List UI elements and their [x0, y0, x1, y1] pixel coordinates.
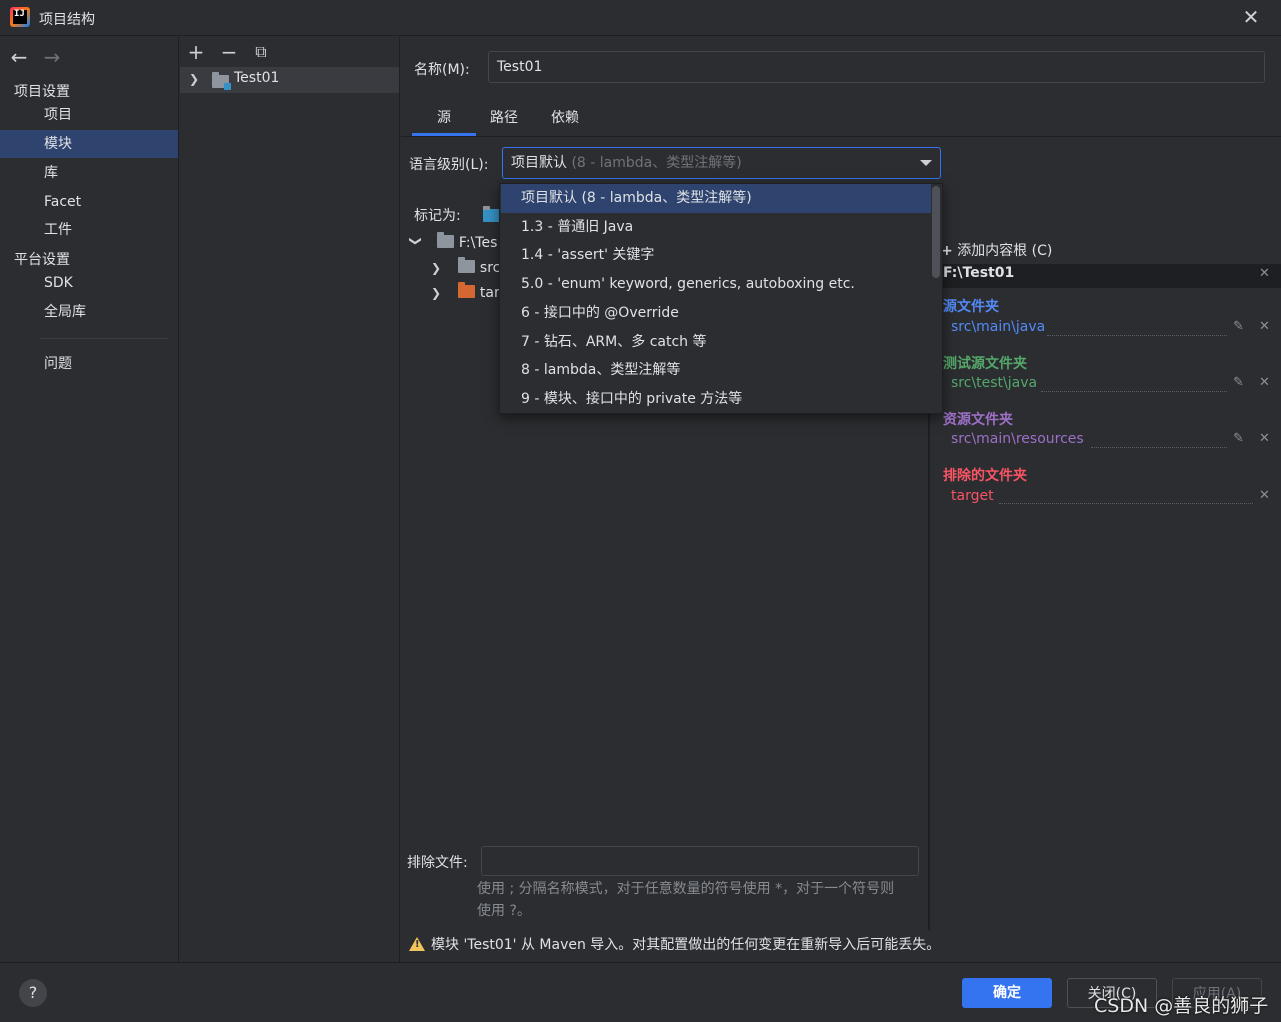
sources-folder-icon[interactable]: [483, 206, 500, 222]
maven-warning: ! 模块 'Test01' 从 Maven 导入。对其配置做出的任何变更在重新导入…: [409, 934, 940, 954]
tab-divider: [401, 136, 1281, 137]
language-level-dropdown: 项目默认 (8 - lambda、类型注解等) 1.3 - 普通旧 Java 1…: [499, 183, 943, 414]
settings-sidebar: ← → 项目设置 项目 模块 库 Facet 工件 平台设置 SDK 全局库 问…: [0, 37, 179, 962]
excluded-path: target: [951, 488, 994, 504]
back-arrow-icon[interactable]: ←: [7, 45, 31, 69]
module-list-panel: + − ⧉ ❯ Test01: [180, 37, 400, 962]
add-icon[interactable]: +: [185, 41, 207, 63]
language-level-label: 语言级别(L):: [409, 157, 489, 173]
module-folder-icon: [212, 72, 231, 90]
sidebar-item-global-libraries[interactable]: 全局库: [0, 298, 178, 326]
name-label: 名称(M):: [414, 62, 470, 78]
language-level-hint: (8 - lambda、类型注解等): [567, 155, 742, 171]
forward-arrow-icon[interactable]: →: [40, 45, 64, 69]
exclude-hint-line1: 使用 ; 分隔名称模式，对于任意数量的符号使用 *，对于一个符号则: [477, 881, 895, 897]
folder-icon: [437, 232, 455, 248]
chevron-right-icon[interactable]: ❯: [431, 256, 445, 280]
add-content-root-button[interactable]: + 添加内容根 (C): [941, 240, 1052, 260]
title-bar: IJ 项目结构 ✕: [0, 0, 1281, 36]
content-root-row: F:\Test01 ✕: [943, 264, 1281, 288]
platform-settings-heading: 平台设置: [14, 252, 70, 268]
sources-folder-path: src\main\java: [951, 319, 1046, 335]
sidebar-item-artifacts[interactable]: 工件: [0, 216, 178, 244]
excluded-folder-icon: [458, 282, 476, 298]
module-tree-row[interactable]: ❯ Test01: [180, 67, 399, 93]
edit-pencil-icon[interactable]: ✎: [1233, 319, 1244, 334]
tree-root-label: F:\Tes: [458, 235, 498, 251]
chevron-right-icon[interactable]: ❯: [189, 72, 199, 86]
language-level-value: 项目默认: [511, 155, 567, 171]
leader-line: [1047, 335, 1227, 336]
dropdown-option[interactable]: 项目默认 (8 - lambda、类型注解等): [501, 184, 931, 213]
sidebar-item-sdk[interactable]: SDK: [0, 269, 178, 297]
exclude-hint: 使用 ; 分隔名称模式，对于任意数量的符号使用 *，对于一个符号则 使用 ?。: [477, 878, 927, 922]
leader-line: [1041, 391, 1227, 392]
resources-path: src\main\resources: [951, 431, 1084, 447]
sidebar-item-project[interactable]: 项目: [0, 101, 178, 129]
help-button[interactable]: ?: [19, 979, 47, 1007]
sidebar-item-facets[interactable]: Facet: [0, 188, 178, 216]
tab-paths[interactable]: 路径: [490, 107, 518, 135]
tree-row-root[interactable]: ❯ F:\Tes: [409, 231, 497, 255]
leader-line: [999, 503, 1253, 504]
chevron-right-icon[interactable]: ❯: [431, 281, 445, 305]
remove-icon[interactable]: ✕: [1259, 375, 1270, 390]
tree-src-label: src: [479, 260, 501, 276]
sidebar-item-modules[interactable]: 模块: [0, 130, 178, 158]
dropdown-option[interactable]: 8 - lambda、类型注解等: [501, 356, 931, 385]
exclude-files-label: 排除文件:: [407, 855, 468, 871]
remove-icon[interactable]: −: [218, 41, 240, 63]
content-root-path: F:\Test01: [943, 265, 1015, 281]
remove-icon[interactable]: ✕: [1259, 488, 1270, 503]
warning-icon: !: [409, 937, 425, 951]
module-details-panel: 名称(M): Test01 源 路径 依赖 语言级别(L): 项目默认 (8 -…: [401, 37, 1281, 962]
dropdown-option[interactable]: 1.3 - 普通旧 Java: [501, 213, 931, 242]
test-sources-title: 测试源文件夹: [943, 356, 1027, 372]
sidebar-divider: [40, 338, 168, 339]
edit-pencil-icon[interactable]: ✎: [1233, 375, 1244, 390]
chevron-down-icon[interactable]: ❯: [404, 236, 428, 250]
dropdown-option[interactable]: 5.0 - 'enum' keyword, generics, autoboxi…: [501, 270, 931, 299]
module-name-input[interactable]: Test01: [488, 51, 1265, 83]
sidebar-item-libraries[interactable]: 库: [0, 159, 178, 187]
remove-root-icon[interactable]: ✕: [1259, 266, 1270, 281]
close-icon[interactable]: ✕: [1240, 6, 1262, 28]
leader-line: [1091, 447, 1227, 448]
language-level-select[interactable]: 项目默认 (8 - lambda、类型注解等): [502, 147, 941, 179]
watermark: CSDN @善良的狮子: [1094, 995, 1269, 1017]
dropdown-option[interactable]: 7 - 钻石、ARM、多 catch 等: [501, 328, 931, 357]
dropdown-scrollbar[interactable]: [932, 186, 940, 278]
tab-sources[interactable]: 源: [437, 107, 451, 135]
exclude-hint-line2: 使用 ?。: [477, 903, 531, 919]
warning-text: 模块 'Test01' 从 Maven 导入。对其配置做出的任何变更在重新导入后…: [431, 937, 941, 953]
dropdown-option[interactable]: 6 - 接口中的 @Override: [501, 299, 931, 328]
remove-icon[interactable]: ✕: [1259, 319, 1270, 334]
excluded-title: 排除的文件夹: [943, 468, 1027, 484]
dialog-footer: ? 确定 关闭(C) 应用(A) CSDN @善良的狮子: [0, 962, 1281, 1022]
dropdown-option[interactable]: 9 - 模块、接口中的 private 方法等: [501, 385, 931, 414]
intellij-logo-icon: IJ: [10, 7, 30, 27]
tree-target-label: tar: [479, 285, 500, 301]
sidebar-item-problems[interactable]: 问题: [0, 350, 178, 378]
module-name: Test01: [234, 70, 280, 86]
remove-icon[interactable]: ✕: [1259, 431, 1270, 446]
chevron-down-icon: [920, 160, 932, 166]
exclude-files-input[interactable]: [481, 846, 919, 876]
resources-title: 资源文件夹: [943, 412, 1013, 428]
window-title: 项目结构: [39, 12, 95, 28]
folder-icon: [458, 257, 476, 273]
project-settings-heading: 项目设置: [14, 84, 70, 100]
copy-icon[interactable]: ⧉: [250, 41, 272, 63]
ok-button[interactable]: 确定: [962, 978, 1052, 1008]
sources-folder-title: 源文件夹: [943, 299, 999, 315]
dropdown-option[interactable]: 1.4 - 'assert' 关键字: [501, 241, 931, 270]
tree-row-target[interactable]: ❯ tar: [431, 281, 500, 305]
tab-dependencies[interactable]: 依赖: [551, 107, 579, 135]
edit-pencil-icon[interactable]: ✎: [1233, 431, 1244, 446]
tree-row-src[interactable]: ❯ src: [431, 256, 500, 280]
mark-as-label: 标记为:: [414, 208, 461, 224]
content-roots-panel: + 添加内容根 (C) F:\Test01 ✕ 源文件夹 src\main\ja…: [941, 185, 1281, 930]
test-sources-path: src\test\java: [951, 375, 1038, 391]
